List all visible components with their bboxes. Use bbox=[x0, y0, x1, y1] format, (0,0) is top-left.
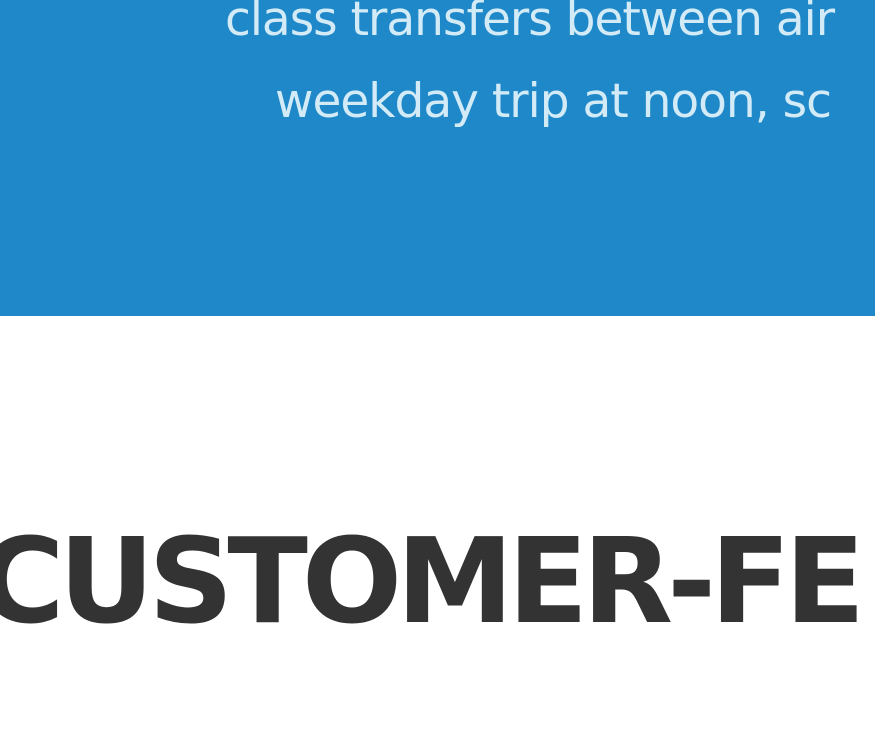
hero-text-line-1: class transfers between air bbox=[225, 0, 835, 47]
hero-text-line-2: weekday trip at noon, sc bbox=[275, 74, 832, 129]
hero-banner: class transfers between air weekday trip… bbox=[0, 0, 875, 316]
section-title: CUSTOMER-FE bbox=[0, 512, 865, 650]
page: class transfers between air weekday trip… bbox=[0, 0, 875, 731]
